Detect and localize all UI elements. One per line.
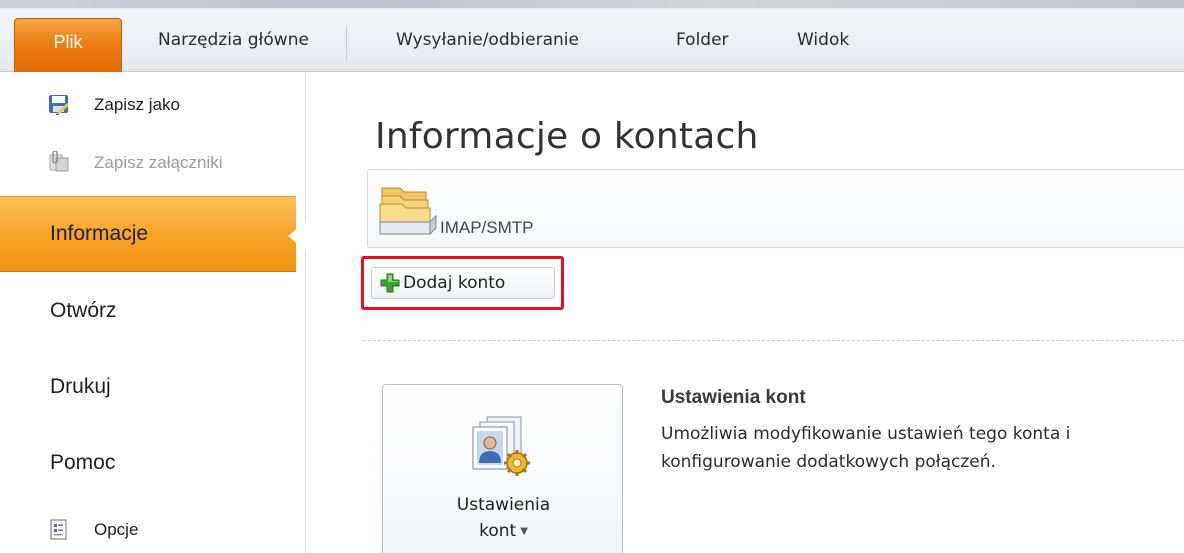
account-settings-icon	[472, 416, 530, 476]
nav-item-info-label: Informacje	[50, 222, 149, 245]
add-account-label: Dodaj konto	[403, 273, 506, 293]
account-settings-button[interactable]: Ustawienia kont ▼	[382, 384, 623, 553]
save-as-command[interactable]: Zapisz jako	[49, 92, 180, 118]
save-as-label: Zapisz jako	[94, 95, 180, 114]
save-attachments-command[interactable]: Zapisz załączniki	[49, 150, 223, 176]
nav-item-info[interactable]: Informacje	[0, 196, 306, 272]
selection-notch	[288, 221, 306, 251]
dropdown-arrow-icon: ▼	[520, 526, 528, 537]
tab-send-receive[interactable]: Wysyłanie/odbieranie	[396, 30, 579, 56]
mail-account-icon	[379, 187, 437, 235]
account-selector[interactable]: IMAP/SMTP	[367, 169, 1184, 248]
account-settings-description-line-1: Umożliwia modyfikowanie ustawień tego ko…	[661, 424, 1071, 444]
account-settings-button-label-2: kont	[479, 521, 517, 541]
account-info-pane: Informacje o kontach IMAP/SMTP Dodaj kon…	[307, 72, 1184, 553]
options-icon	[50, 519, 67, 540]
add-icon	[380, 273, 400, 293]
ribbon-tab-bar: Plik Narzędzia główne Wysyłanie/odbieran…	[0, 0, 1184, 72]
account-settings-description: Umożliwia modyfikowanie ustawień tego ko…	[661, 420, 1184, 476]
add-account-highlight: Dodaj konto	[361, 256, 564, 310]
account-settings-description-line-2: konfigurowanie dodatkowych połączeń.	[661, 452, 996, 472]
tab-folder[interactable]: Folder	[676, 30, 729, 56]
section-divider	[363, 340, 1184, 341]
nav-item-print-label: Drukuj	[50, 375, 111, 398]
account-settings-button-label-1: Ustawienia	[456, 495, 551, 515]
tab-home[interactable]: Narzędzia główne	[158, 30, 309, 56]
title-bar-strip	[0, 0, 1184, 8]
tab-view[interactable]: Widok	[797, 30, 849, 56]
save-attachments-label: Zapisz załączniki	[94, 153, 223, 172]
nav-item-print[interactable]: Drukuj	[0, 349, 306, 425]
account-name: IMAP/SMTP	[440, 218, 534, 237]
nav-item-open[interactable]: Otwórz	[0, 273, 306, 349]
account-settings-button-line-2: kont ▼	[383, 521, 624, 541]
add-account-button[interactable]: Dodaj konto	[371, 267, 555, 299]
backstage-nav: Zapisz jako Zapisz załączniki Informacje…	[0, 72, 306, 553]
tab-file[interactable]: Plik	[14, 18, 122, 72]
nav-item-help[interactable]: Pomoc	[0, 425, 306, 501]
tab-divider	[346, 26, 347, 62]
save-as-icon	[49, 95, 69, 115]
nav-item-open-label: Otwórz	[50, 299, 117, 322]
options-label: Opcje	[94, 520, 139, 539]
options-command[interactable]: Opcje	[50, 517, 138, 543]
page-title: Informacje o kontach	[375, 116, 759, 157]
save-attachments-icon	[49, 151, 69, 172]
nav-item-help-label: Pomoc	[50, 451, 116, 474]
account-settings-title: Ustawienia kont	[661, 387, 806, 408]
